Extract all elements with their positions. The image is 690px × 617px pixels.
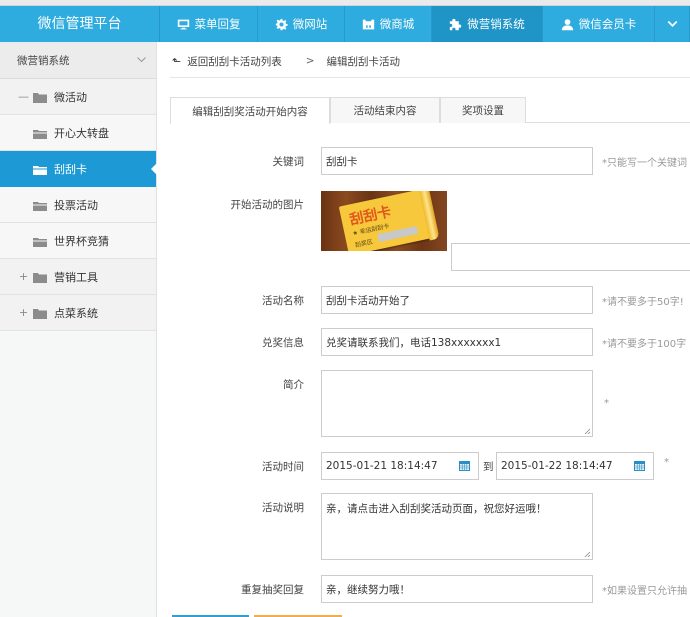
- calendar-icon[interactable]: [634, 461, 645, 471]
- activity-name-label: 活动名称: [262, 295, 304, 307]
- start-image-preview[interactable]: 刮刮卡 ★ 幸运刮刮卡 刮奖区: [321, 191, 447, 251]
- breadcrumb-current: 编辑刮刮卡活动: [326, 55, 401, 68]
- folder-open-icon: [33, 164, 47, 175]
- intro-textarea[interactable]: [321, 370, 593, 437]
- back-arrow-icon: ⬑: [172, 54, 182, 68]
- activity-name-hint: *请不要多于50字!: [602, 297, 684, 308]
- description-label: 活动说明: [262, 502, 304, 514]
- prize-info-label: 兑奖信息: [262, 337, 304, 349]
- nav-label: 微网站: [292, 17, 328, 31]
- sidebar-item-label: 投票活动: [54, 198, 98, 212]
- chevron-down-icon: [137, 57, 146, 63]
- gear-icon: [275, 18, 288, 30]
- activity-time-hint: *: [664, 457, 669, 468]
- tab-label: 编辑刮刮奖活动开始内容: [192, 105, 308, 118]
- folder-open-icon: [33, 200, 47, 211]
- start-time-input[interactable]: 2015-01-21 18:14:47: [321, 452, 479, 480]
- divider: [170, 77, 690, 78]
- keyword-label: 关键词: [272, 156, 305, 168]
- start-image-label: 开始活动的图片: [230, 199, 305, 211]
- start-time-value: 2015-01-21 18:14:47: [326, 460, 438, 472]
- description-textarea[interactable]: 亲，请点击进入刮刮奖活动页面，祝您好运哦！: [321, 493, 593, 560]
- nav-label: 微营销系统: [467, 17, 525, 31]
- main-content: ⬑ 返回刮刮卡活动列表 > 编辑刮刮卡活动 编辑刮刮奖活动开始内容 活动结束内容…: [158, 42, 690, 617]
- tab-prize-settings[interactable]: 奖项设置: [440, 97, 526, 123]
- user-icon: [561, 18, 573, 30]
- nav-more-dropdown[interactable]: [655, 6, 690, 42]
- expand-toggle[interactable]: +: [18, 270, 29, 283]
- folder-icon: [33, 272, 47, 283]
- prize-info-input[interactable]: 兑奖请联系我们，电话138xxxxxxx1: [321, 328, 593, 356]
- resize-handle-icon[interactable]: [584, 551, 591, 558]
- tab-bar: 编辑刮刮奖活动开始内容 活动结束内容 奖项设置: [170, 97, 690, 124]
- sidebar-item-world-cup-quiz[interactable]: 世界杯竞猜: [0, 223, 156, 259]
- nav-label: 微商城: [379, 17, 415, 31]
- activity-name-input[interactable]: 刮刮卡活动开始了: [321, 286, 593, 314]
- tab-label: 活动结束内容: [353, 105, 417, 117]
- sidebar-item-scratch-card[interactable]: 刮刮卡: [0, 151, 157, 187]
- prize-info-hint: *请不要多于100字: [602, 339, 687, 350]
- image-prize-label: 刮奖区: [354, 238, 374, 250]
- end-time-input[interactable]: 2015-01-22 18:14:47: [496, 452, 654, 480]
- puzzle-icon: [450, 18, 462, 30]
- nav-micro-marketing[interactable]: 微营销系统: [432, 6, 543, 42]
- sidebar-item-label: 营销工具: [54, 270, 98, 284]
- folder-open-icon: [33, 236, 47, 247]
- keyword-input[interactable]: 刮刮卡: [321, 147, 593, 175]
- intro-hint: *: [604, 398, 609, 409]
- image-url-input[interactable]: [451, 243, 690, 271]
- sidebar-item-label: 点菜系统: [54, 306, 98, 320]
- sidebar: 微营销系统 — 微活动 开心大转盘 刮刮卡 投票活动 世界杯竞猜 + 营销工具 …: [0, 42, 157, 617]
- collapse-toggle[interactable]: —: [18, 90, 29, 103]
- sidebar-header[interactable]: 微营销系统: [0, 42, 156, 79]
- top-navigation-bar: 微信管理平台 菜单回复 微网站 微商城 微营销系统 微信会员卡: [0, 6, 690, 42]
- end-time-value: 2015-01-22 18:14:47: [501, 460, 613, 472]
- nav-micro-site[interactable]: 微网站: [258, 6, 345, 42]
- sidebar-item-label: 开心大转盘: [54, 126, 109, 140]
- sidebar-item-ordering-system[interactable]: + 点菜系统: [0, 295, 156, 331]
- scratch-card-graphic: 刮刮卡 ★ 幸运刮刮卡 刮奖区: [338, 191, 440, 251]
- activity-time-label: 活动时间: [262, 461, 304, 473]
- shop-icon: [362, 19, 374, 29]
- sidebar-item-label: 刮刮卡: [54, 162, 87, 176]
- back-to-list-link[interactable]: 返回刮刮卡活动列表: [187, 54, 282, 69]
- repeat-reply-input[interactable]: 亲，继续努力哦！: [321, 575, 593, 603]
- brand-title: 微信管理平台: [0, 6, 160, 42]
- sidebar-item-voting[interactable]: 投票活动: [0, 187, 156, 223]
- sidebar-item-label: 世界杯竞猜: [54, 234, 109, 248]
- repeat-reply-hint: *如果设置只允许抽: [602, 586, 687, 597]
- sidebar-item-label: 微活动: [54, 90, 87, 104]
- monitor-icon: [177, 19, 189, 29]
- chevron-down-icon: [667, 20, 677, 27]
- tab-start-content[interactable]: 编辑刮刮奖活动开始内容: [170, 97, 330, 124]
- intro-label: 简介: [283, 379, 304, 391]
- curl-edge: [418, 191, 440, 241]
- nav-label: 微信会员卡: [578, 17, 637, 31]
- folder-open-icon: [33, 128, 47, 139]
- tab-end-content[interactable]: 活动结束内容: [330, 97, 440, 123]
- folder-icon: [33, 308, 47, 319]
- calendar-icon[interactable]: [459, 461, 470, 471]
- expand-toggle[interactable]: +: [18, 306, 29, 319]
- nav-label: 菜单回复: [194, 17, 241, 31]
- to-separator: 到: [483, 461, 494, 473]
- nav-menu-reply[interactable]: 菜单回复: [160, 6, 258, 42]
- resize-handle-icon[interactable]: [584, 428, 591, 435]
- breadcrumb-separator: >: [305, 55, 315, 67]
- tab-label: 奖项设置: [462, 105, 504, 117]
- sidebar-item-marketing-tools[interactable]: + 营销工具: [0, 259, 156, 295]
- folder-icon: [33, 92, 47, 103]
- sidebar-item-lucky-wheel[interactable]: 开心大转盘: [0, 115, 156, 151]
- breadcrumb: ⬑ 返回刮刮卡活动列表 > 编辑刮刮卡活动: [172, 54, 400, 68]
- nav-member-card[interactable]: 微信会员卡: [543, 6, 655, 42]
- keyword-hint: *只能写一个关键词: [602, 158, 687, 169]
- sidebar-header-label: 微营销系统: [17, 54, 70, 67]
- repeat-reply-label: 重复抽奖回复: [241, 584, 304, 596]
- sidebar-item-micro-activity[interactable]: — 微活动: [0, 79, 156, 115]
- nav-micro-shop[interactable]: 微商城: [345, 6, 432, 42]
